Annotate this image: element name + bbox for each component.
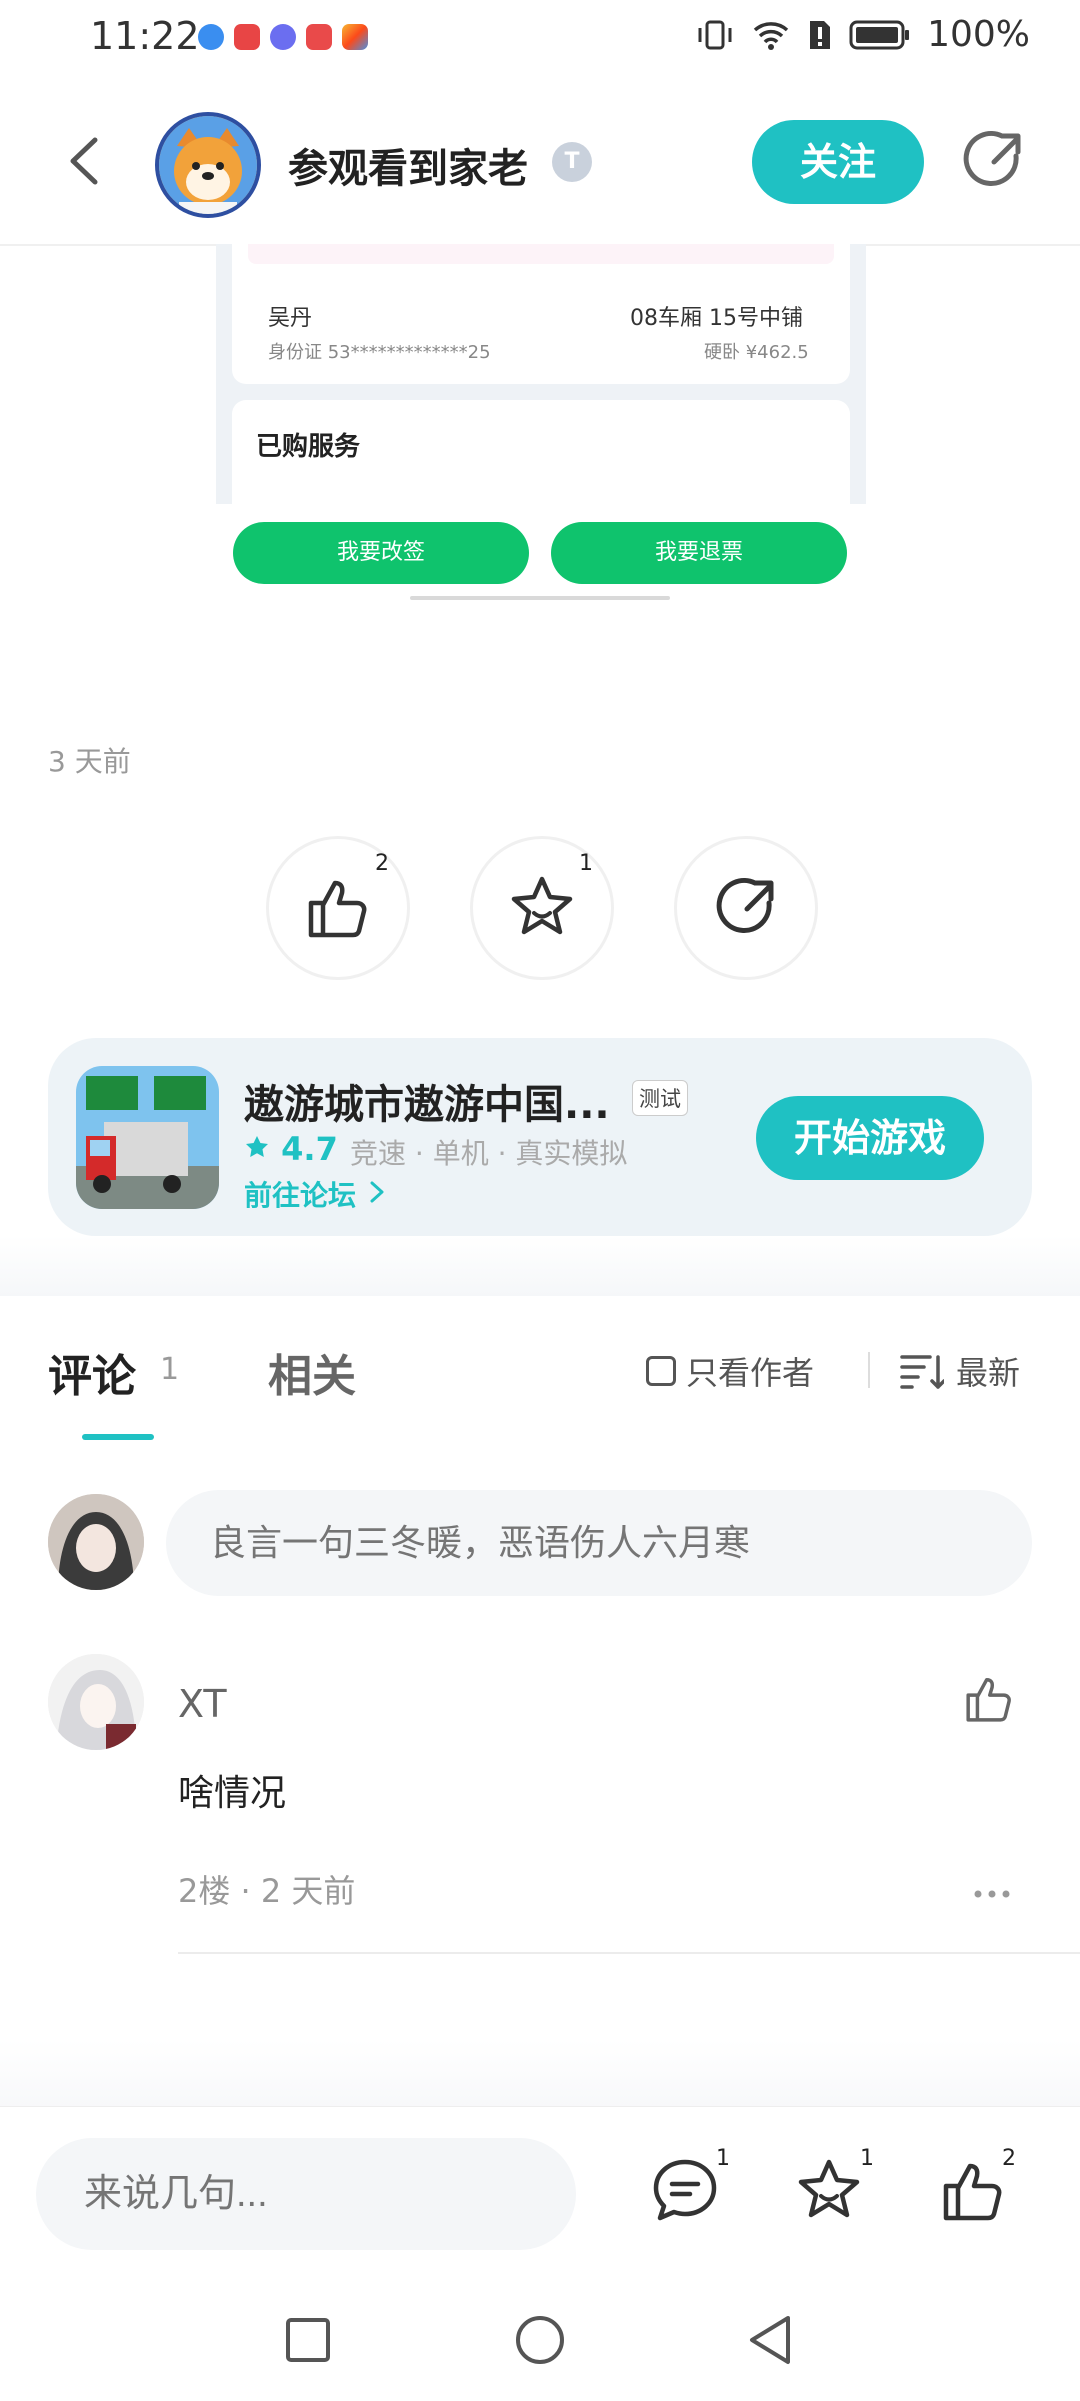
status-time: 11:22 [90, 14, 200, 58]
comment-bubble-icon [653, 2159, 717, 2221]
wifi-icon [753, 21, 789, 50]
share-post-button[interactable] [674, 836, 818, 980]
game-icon[interactable] [76, 1066, 219, 1209]
start-game-button[interactable]: 开始游戏 [756, 1096, 984, 1180]
status-bar: 11:22 100% [0, 0, 1080, 80]
square-icon [286, 2318, 330, 2362]
system-back-button[interactable] [740, 2310, 800, 2370]
commenter-name[interactable]: XT [178, 1682, 227, 1726]
thumbs-up-icon [966, 1677, 1011, 1722]
status-indicators: 100% [695, 14, 1030, 55]
dog-avatar-icon [159, 116, 257, 214]
app-notification-icon [342, 24, 368, 50]
comments-button[interactable]: 1 [650, 2146, 730, 2226]
seat-info: 08车厢 15号中铺 [630, 306, 803, 331]
tab-comments[interactable]: 评论 [48, 1340, 136, 1404]
filter-divider [868, 1352, 870, 1388]
triangle-back-icon [750, 2316, 790, 2364]
id-number: 身份证 53*************25 [268, 342, 491, 363]
refund-ticket-button: 我要退票 [551, 522, 847, 584]
passenger-name: 吴丹 [268, 306, 313, 331]
chevron-left-icon [70, 137, 98, 185]
vibrate-icon [698, 20, 732, 49]
like-bottom-button[interactable]: 2 [938, 2146, 1016, 2226]
home-button[interactable] [510, 2310, 570, 2370]
game-title[interactable]: 遨游城市遨游中国... [244, 1072, 610, 1130]
favorite-count-badge: 1 [860, 2146, 874, 2171]
app-notification-icon [198, 24, 224, 50]
favorite-count: 1 [579, 851, 593, 876]
notification-icons [198, 24, 368, 50]
circle-icon [516, 2316, 564, 2364]
change-ticket-button: 我要改签 [233, 522, 529, 584]
favorite-button[interactable]: 1 [470, 836, 614, 980]
tab-related[interactable]: 相关 [268, 1340, 356, 1404]
sort-button[interactable]: 最新 [900, 1348, 1020, 1394]
services-title: 已购服务 [256, 432, 361, 462]
comment-like-button[interactable] [962, 1672, 1016, 1726]
comment-more-button[interactable] [972, 1870, 1012, 1908]
app-notification-icon [234, 24, 260, 50]
chevron-right-icon [370, 1181, 384, 1203]
thumbs-up-icon [308, 880, 367, 938]
author-avatar[interactable] [155, 112, 261, 218]
music-notification-icon [270, 24, 296, 50]
share-icon [716, 878, 774, 933]
comment-input[interactable] [166, 1490, 1032, 1596]
more-dots-icon [974, 1890, 1010, 1898]
ticket-price: 硬卧 ¥462.5 [704, 342, 809, 363]
only-author-toggle[interactable]: 只看作者 [646, 1348, 814, 1394]
comment-text: 啥情况 [178, 1773, 287, 1814]
thumbs-up-icon [943, 2163, 1002, 2221]
star-icon [798, 2159, 860, 2218]
author-name[interactable]: 参观看到家老 [288, 136, 528, 194]
battery-icon [849, 20, 910, 49]
post-time: 3 天前 [48, 745, 131, 778]
like-count-badge: 2 [1002, 2146, 1016, 2171]
rating-star-icon [246, 1136, 268, 1157]
comments-count-badge: 1 [716, 2146, 730, 2171]
star-icon [511, 876, 573, 935]
reply-input[interactable] [36, 2138, 576, 2250]
comment-meta: 2楼 · 2 天前 [178, 1872, 356, 1910]
only-author-label: 只看作者 [686, 1354, 815, 1392]
sort-label: 最新 [956, 1354, 1021, 1392]
favorite-bottom-button[interactable]: 1 [794, 2146, 874, 2226]
active-tab-indicator [82, 1434, 154, 1440]
share-icon [963, 131, 1021, 186]
follow-button[interactable]: 关注 [752, 120, 924, 204]
commenter-avatar[interactable] [48, 1654, 144, 1750]
current-user-avatar[interactable] [48, 1494, 144, 1590]
author-level-badge: T [552, 142, 592, 182]
app-notification-icon [306, 24, 332, 50]
like-button[interactable]: 2 [266, 836, 410, 980]
card-top-strip [248, 244, 834, 264]
game-genre: 竞速 · 单机 · 真实模拟 [350, 1137, 628, 1170]
comments-count: 1 [160, 1352, 180, 1387]
home-indicator [410, 596, 670, 600]
rating-value: 4.7 [281, 1130, 338, 1168]
user-avatar-icon [48, 1494, 144, 1590]
comment-divider [178, 1952, 1080, 1954]
section-divider [0, 1236, 1080, 1296]
like-count: 2 [375, 851, 389, 876]
recent-apps-button[interactable] [278, 2310, 338, 2370]
share-button[interactable] [958, 126, 1028, 196]
game-forum-link[interactable]: 前往论坛 [244, 1174, 388, 1214]
only-author-checkbox[interactable] [646, 1356, 676, 1386]
sort-icon [900, 1355, 944, 1389]
truck-game-icon [76, 1066, 219, 1209]
game-test-tag: 测试 [632, 1080, 688, 1116]
back-button[interactable] [55, 126, 115, 196]
game-rating: 4.7 [244, 1130, 338, 1168]
post-header: 参观看到家老 T 关注 [0, 80, 1080, 246]
forum-link-label: 前往论坛 [244, 1179, 357, 1212]
battery-percent: 100% [927, 14, 1030, 55]
bottom-shadow [0, 2040, 1080, 2110]
anime-avatar-icon [48, 1654, 144, 1750]
sim-alert-icon [810, 20, 831, 49]
